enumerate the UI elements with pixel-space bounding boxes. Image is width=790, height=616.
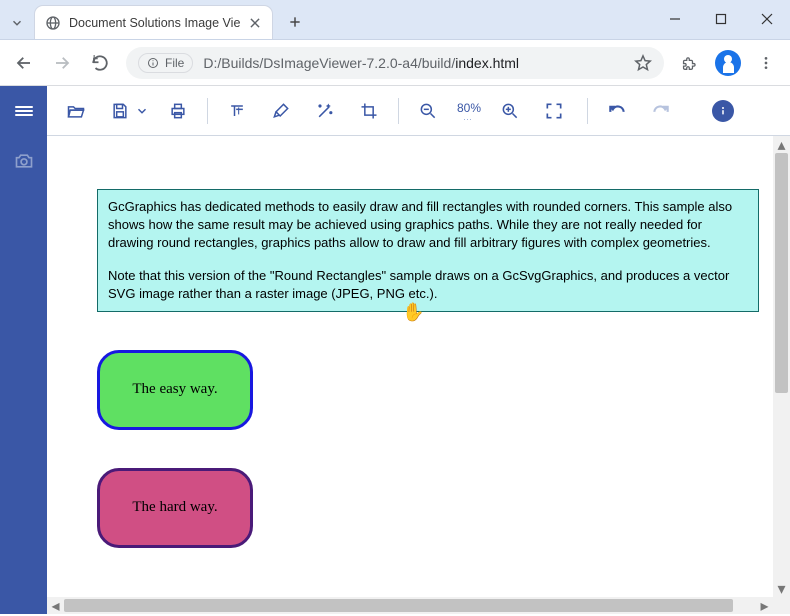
close-icon (761, 13, 773, 25)
magic-wand-button[interactable] (310, 96, 340, 126)
browser-titlebar: Document Solutions Image Vie (0, 0, 790, 40)
nav-back-button[interactable] (6, 45, 42, 81)
text-tool-button[interactable] (222, 96, 252, 126)
save-dropdown-button[interactable] (135, 96, 149, 126)
scroll-up-button[interactable]: ▴ (773, 136, 790, 153)
undo-icon (607, 101, 627, 121)
printer-icon (168, 101, 188, 121)
scroll-corner (773, 597, 790, 614)
crop-icon (359, 101, 379, 121)
file-chip-label: File (165, 56, 184, 70)
zoom-out-icon (418, 101, 438, 121)
sidebar-camera-button[interactable] (0, 136, 47, 186)
open-file-button[interactable] (61, 96, 91, 126)
file-origin-chip[interactable]: File (138, 53, 193, 73)
bookmark-star-icon[interactable] (634, 54, 652, 72)
scroll-down-button[interactable]: ▾ (773, 580, 790, 597)
crop-button[interactable] (354, 96, 384, 126)
brush-icon (271, 101, 291, 121)
brush-tool-button[interactable] (266, 96, 296, 126)
description-paragraph-1: GcGraphics has dedicated methods to easi… (108, 198, 748, 253)
save-button[interactable] (105, 96, 135, 126)
redo-button[interactable] (646, 96, 676, 126)
fullscreen-icon (544, 101, 564, 121)
avatar-icon (715, 50, 741, 76)
close-icon[interactable] (248, 16, 262, 30)
chrome-menu-button[interactable] (748, 45, 784, 81)
folder-open-icon (66, 101, 86, 121)
document-page: GcGraphics has dedicated methods to easi… (97, 189, 759, 548)
hard-way-label: The hard way. (132, 499, 217, 516)
minimize-button[interactable] (652, 0, 698, 39)
hard-way-rect: The hard way. (97, 468, 253, 548)
drag-handle-icon: ⋯ (457, 118, 481, 121)
zoom-in-button[interactable] (495, 96, 525, 126)
undo-button[interactable] (602, 96, 632, 126)
arrow-left-icon (15, 54, 33, 72)
reload-icon (91, 54, 109, 72)
print-button[interactable] (163, 96, 193, 126)
vertical-scroll-thumb[interactable] (775, 153, 788, 393)
sidebar-menu-button[interactable] (0, 86, 47, 136)
tab-title: Document Solutions Image Vie (69, 16, 240, 30)
maximize-icon (715, 13, 727, 25)
info-icon (717, 105, 729, 117)
globe-icon (45, 15, 61, 31)
info-icon (147, 57, 159, 69)
vertical-scrollbar[interactable]: ▴ ▾ (773, 136, 790, 597)
fullscreen-button[interactable] (539, 96, 569, 126)
viewer-app: 80% ⋯ GcGraphi (0, 86, 790, 614)
arrow-right-icon (53, 54, 71, 72)
plus-icon (288, 15, 302, 29)
zoom-level-label: 80% (457, 101, 481, 115)
close-window-button[interactable] (744, 0, 790, 39)
horizontal-scrollbar[interactable]: ◂ ▸ (47, 597, 773, 614)
window-controls (652, 0, 790, 39)
kebab-icon (758, 55, 774, 71)
maximize-button[interactable] (698, 0, 744, 39)
description-paragraph-2: Note that this version of the "Round Rec… (108, 267, 748, 303)
hamburger-icon (15, 104, 33, 118)
address-bar[interactable]: File D:/Builds/DsImageViewer-7.2.0-a4/bu… (126, 47, 664, 79)
text-icon (227, 101, 247, 121)
minimize-icon (669, 13, 681, 25)
extensions-button[interactable] (672, 45, 708, 81)
profile-button[interactable] (710, 45, 746, 81)
wand-icon (315, 101, 335, 121)
chevron-down-icon (10, 16, 24, 30)
easy-way-rect: The easy way. (97, 350, 253, 430)
new-tab-button[interactable] (281, 8, 309, 36)
viewer-toolbar: 80% ⋯ (47, 86, 790, 136)
viewer-sidebar (0, 86, 47, 614)
description-panel: GcGraphics has dedicated methods to easi… (97, 189, 759, 312)
zoom-in-icon (500, 101, 520, 121)
horizontal-scroll-thumb[interactable] (64, 599, 733, 612)
about-button[interactable] (712, 100, 734, 122)
nav-forward-button[interactable] (44, 45, 80, 81)
scroll-left-button[interactable]: ◂ (47, 597, 64, 614)
scroll-right-button[interactable]: ▸ (756, 597, 773, 614)
camera-icon (14, 151, 34, 171)
save-icon (110, 101, 130, 121)
puzzle-icon (681, 54, 699, 72)
document-canvas[interactable]: GcGraphics has dedicated methods to easi… (47, 136, 790, 614)
chevron-down-icon (135, 101, 149, 121)
redo-icon (651, 101, 671, 121)
browser-tab[interactable]: Document Solutions Image Vie (34, 5, 273, 39)
browser-address-row: File D:/Builds/DsImageViewer-7.2.0-a4/bu… (0, 40, 790, 86)
tabs-menu-button[interactable] (0, 7, 34, 39)
zoom-level-display[interactable]: 80% ⋯ (457, 100, 481, 121)
easy-way-label: The easy way. (132, 381, 217, 398)
url-text: D:/Builds/DsImageViewer-7.2.0-a4/build/i… (203, 55, 624, 71)
nav-reload-button[interactable] (82, 45, 118, 81)
zoom-out-button[interactable] (413, 96, 443, 126)
